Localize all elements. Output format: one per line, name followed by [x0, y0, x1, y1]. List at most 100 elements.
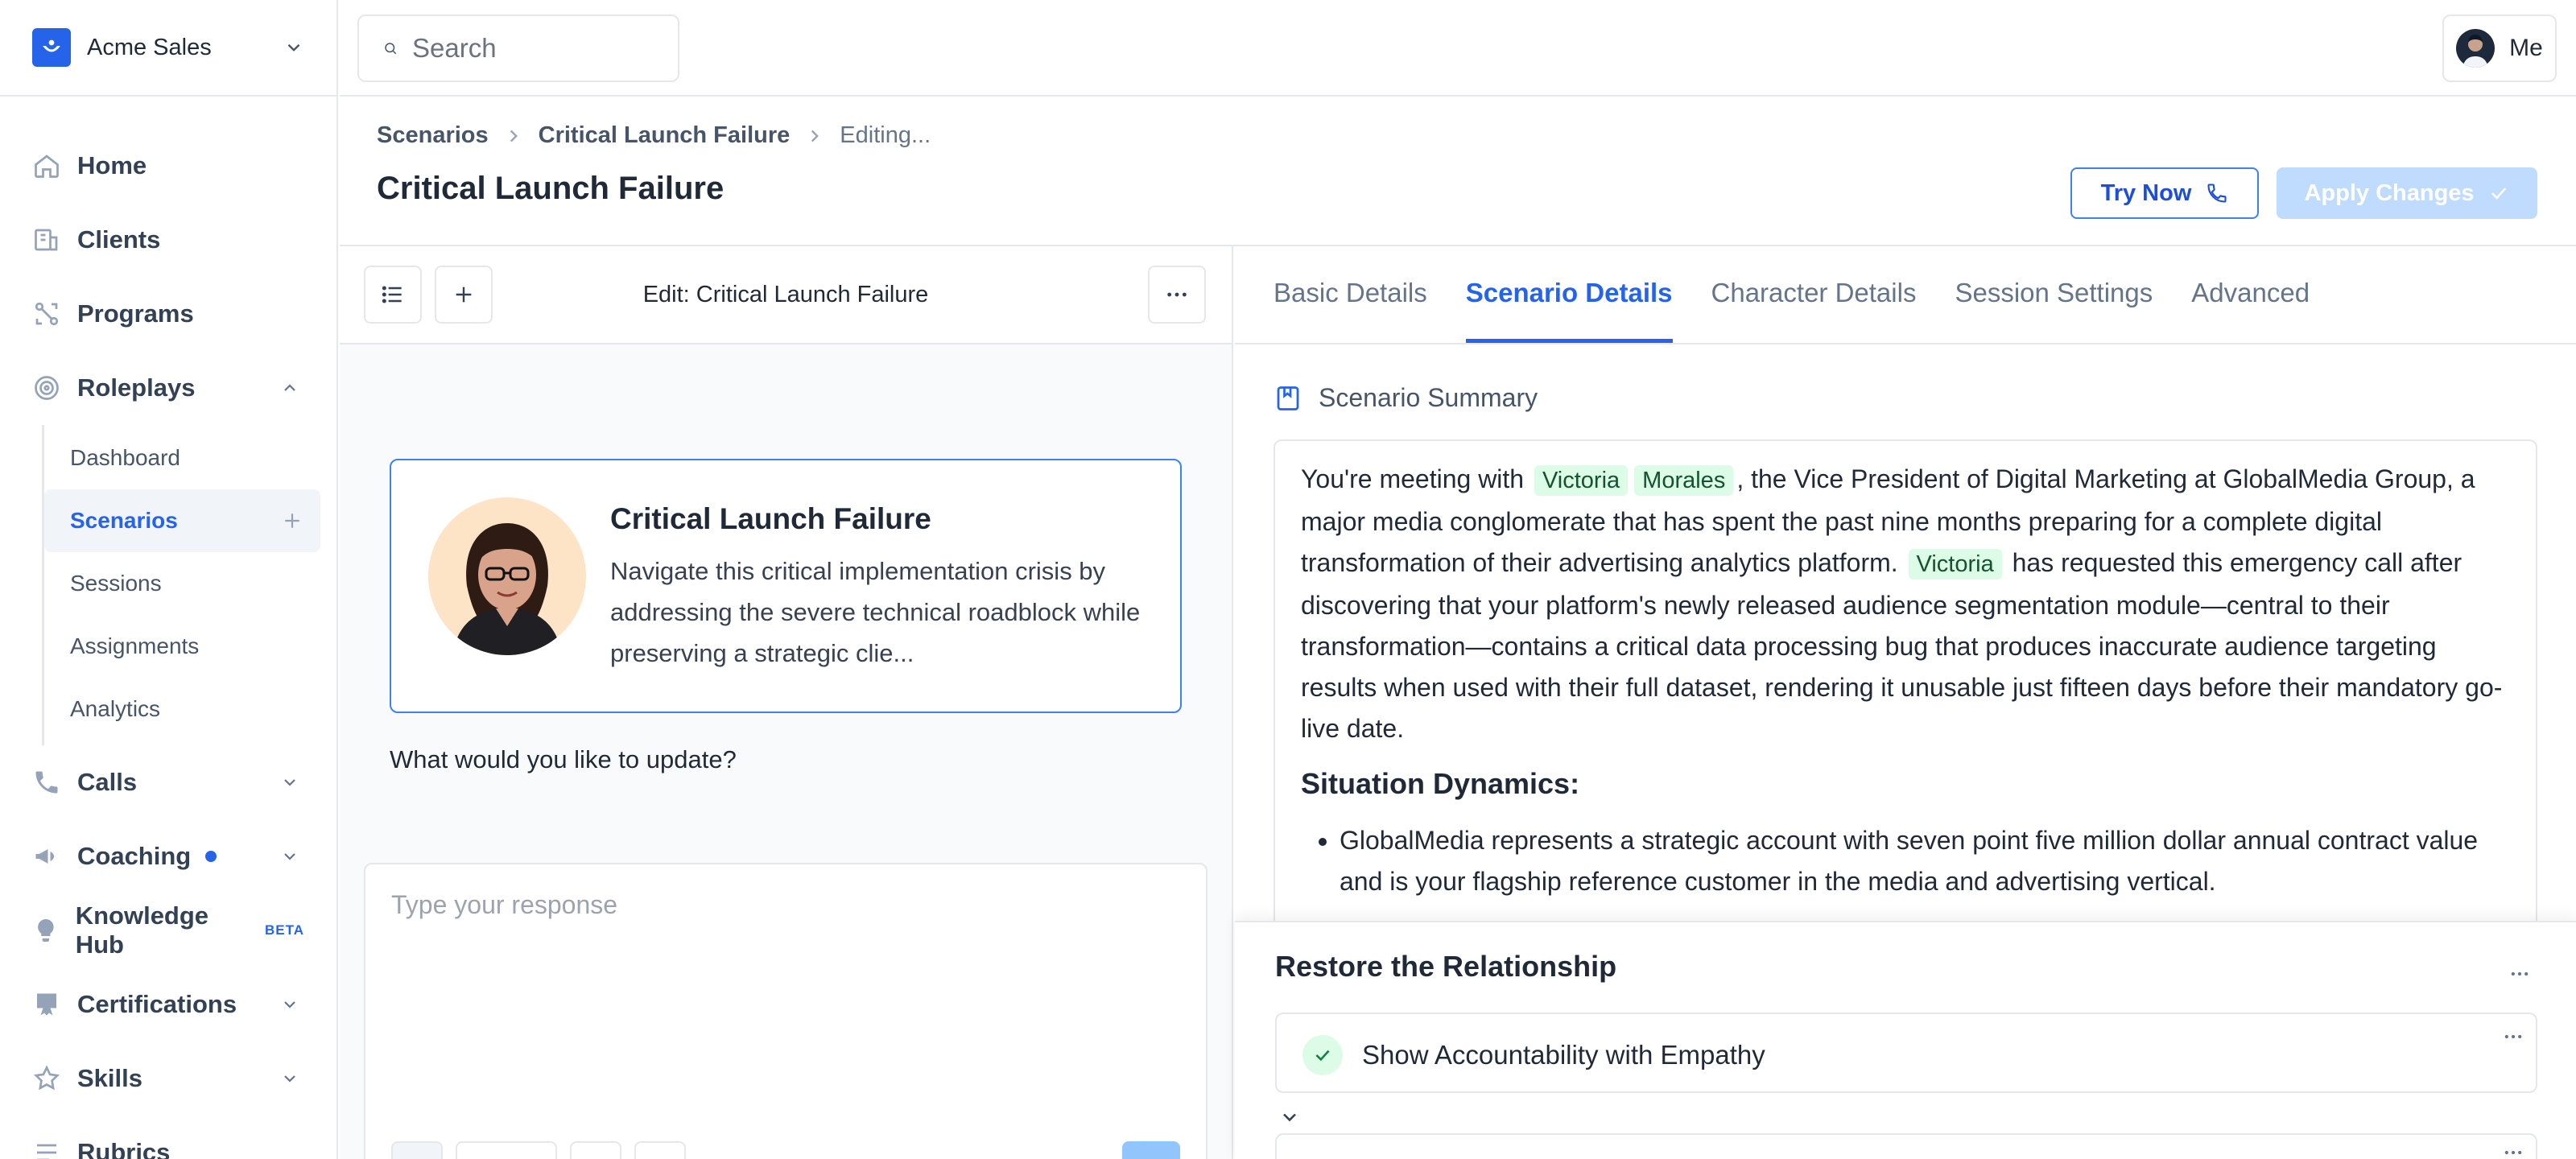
check-icon — [2491, 188, 2506, 200]
lightbulb-icon — [38, 918, 54, 942]
edit-toolbar: Edit: Critical Launch Failure — [340, 246, 1232, 344]
card-description: Navigate this critical implementation cr… — [610, 557, 1141, 667]
tab-scenario-details[interactable]: Scenario Details — [1465, 278, 1673, 343]
clients-icon — [35, 229, 58, 251]
org-logo-icon — [32, 28, 71, 67]
chevron-right-icon — [510, 130, 518, 142]
nav-coaching[interactable]: Coaching — [0, 819, 336, 893]
variable-chip[interactable]: Victoria — [1534, 465, 1629, 496]
main-nav: Home Clients Programs Roleplays Dashboar… — [0, 97, 336, 1159]
home-icon — [35, 155, 59, 178]
chevron-up-icon — [284, 384, 295, 391]
more-options-button[interactable] — [1148, 266, 1206, 324]
nav-home[interactable]: Home — [0, 129, 336, 203]
user-menu-button[interactable]: Me — [2442, 14, 2557, 82]
edit-panel: Edit: Critical Launch Failure Critical L… — [340, 246, 1233, 1159]
sub-nav-sessions[interactable]: Sessions — [44, 552, 320, 615]
apply-changes-label: Apply Changes — [2304, 179, 2475, 206]
chevron-down-icon — [284, 853, 295, 860]
objective-item[interactable]: Show Accountability with Empathy — [1275, 1013, 2537, 1093]
list-item: GlobalMedia represents a strategic accou… — [1340, 820, 2510, 902]
editor-title: Edit: Critical Launch Failure — [642, 282, 929, 307]
avatar — [2456, 29, 2496, 68]
nav-certifications[interactable]: Certifications — [0, 967, 336, 1041]
character-avatar — [428, 497, 586, 655]
sub-nav-dashboard[interactable]: Dashboard — [44, 427, 320, 489]
search-box[interactable] — [357, 14, 679, 82]
try-now-button[interactable]: Try Now — [2070, 167, 2259, 219]
nav-rubrics[interactable]: Rubrics — [0, 1116, 336, 1159]
roleplays-submenu: Dashboard Scenarios Sessions Assignments… — [42, 425, 336, 745]
reply-composer — [364, 863, 1208, 1159]
tab-advanced[interactable]: Advanced — [2191, 278, 2310, 343]
phone-icon — [2207, 184, 2227, 203]
notification-dot — [205, 851, 217, 862]
composer-tool-button[interactable] — [570, 1141, 621, 1159]
apply-changes-button[interactable]: Apply Changes — [2277, 167, 2537, 219]
tab-basic-details[interactable]: Basic Details — [1274, 278, 1427, 343]
tab-character-details[interactable]: Character Details — [1711, 278, 1917, 343]
target-icon — [35, 376, 59, 400]
beta-badge: BETA — [264, 922, 304, 938]
add-scenario-icon[interactable] — [280, 509, 304, 533]
composer-tool-button[interactable] — [391, 1141, 443, 1159]
breadcrumb-scenarios[interactable]: Scenarios — [377, 122, 489, 149]
details-panel: Basic Details Scenario Details Character… — [1235, 246, 2576, 1159]
more-horizontal-icon[interactable] — [2502, 1141, 2524, 1159]
nav-knowledge-hub[interactable]: Knowledge Hub BETA — [0, 893, 336, 967]
nav-coaching-label: Coaching — [77, 842, 192, 870]
chevron-down-icon[interactable] — [1278, 1106, 1301, 1128]
nav-roleplays-label: Roleplays — [77, 373, 196, 402]
org-switcher[interactable]: Acme Sales — [0, 0, 336, 97]
top-bar: Me — [340, 0, 2576, 97]
variable-chip[interactable]: Morales — [1634, 465, 1734, 496]
breadcrumb-scenario[interactable]: Critical Launch Failure — [539, 122, 791, 149]
nav-skills[interactable]: Skills — [0, 1041, 336, 1116]
breadcrumb: Scenarios Critical Launch Failure Editin… — [377, 122, 931, 149]
nav-calls-label: Calls — [77, 768, 138, 796]
search-icon — [385, 43, 397, 55]
check-circle-icon — [1302, 1035, 1343, 1075]
nav-skills-label: Skills — [77, 1064, 142, 1092]
certificate-icon — [37, 993, 56, 1016]
nav-home-label: Home — [77, 151, 147, 179]
more-horizontal-icon[interactable] — [2508, 963, 2531, 985]
tab-session-settings[interactable]: Session Settings — [1955, 278, 2153, 343]
more-horizontal-icon[interactable] — [2502, 1025, 2524, 1048]
nav-clients[interactable]: Clients — [0, 203, 336, 277]
book-icon — [1277, 386, 1299, 410]
section-heading: Situation Dynamics: — [1301, 767, 1580, 800]
megaphone-icon — [35, 849, 54, 864]
chevron-down-icon — [284, 1075, 295, 1083]
nav-programs[interactable]: Programs — [0, 277, 336, 351]
nav-rubrics-label: Rubrics — [77, 1138, 171, 1159]
reply-input[interactable] — [391, 890, 1180, 1099]
details-tabs: Basic Details Scenario Details Character… — [1235, 246, 2576, 344]
scenario-card[interactable]: Critical Launch Failure Navigate this cr… — [390, 459, 1182, 713]
objective-label: Show Accountability with Empathy — [1362, 1040, 1765, 1070]
sub-nav-analytics[interactable]: Analytics — [44, 678, 320, 740]
more-horizontal-icon — [1167, 292, 1187, 297]
nav-programs-label: Programs — [77, 299, 194, 328]
variable-chip[interactable]: Victoria — [1908, 549, 2002, 580]
summary-paragraph: You're meeting with Victoria Morales, the… — [1301, 459, 2510, 749]
composer-tool-button[interactable] — [456, 1141, 557, 1159]
situation-list: GlobalMedia represents a strategic accou… — [1340, 820, 2510, 902]
nav-clients-label: Clients — [77, 225, 161, 254]
rubric-icon — [37, 1144, 56, 1159]
objective-item[interactable] — [1275, 1133, 2537, 1159]
summary-heading: Scenario Summary — [1274, 383, 1538, 413]
nav-roleplays[interactable]: Roleplays — [0, 351, 336, 425]
summary-text-part: You're meeting with — [1301, 464, 1525, 493]
sidebar: Acme Sales Home Clients Programs Rolepla… — [0, 0, 338, 1159]
search-input[interactable] — [412, 33, 654, 64]
send-button[interactable] — [1122, 1141, 1180, 1159]
sub-nav-assignments[interactable]: Assignments — [44, 615, 320, 678]
composer-tool-button[interactable] — [634, 1141, 686, 1159]
sub-nav-scenarios-label: Scenarios — [70, 508, 178, 533]
programs-icon — [35, 302, 59, 326]
nav-calls[interactable]: Calls — [0, 745, 336, 819]
sub-nav-scenarios[interactable]: Scenarios — [44, 489, 320, 552]
phone-icon — [35, 771, 58, 794]
try-now-label: Try Now — [2100, 179, 2192, 206]
